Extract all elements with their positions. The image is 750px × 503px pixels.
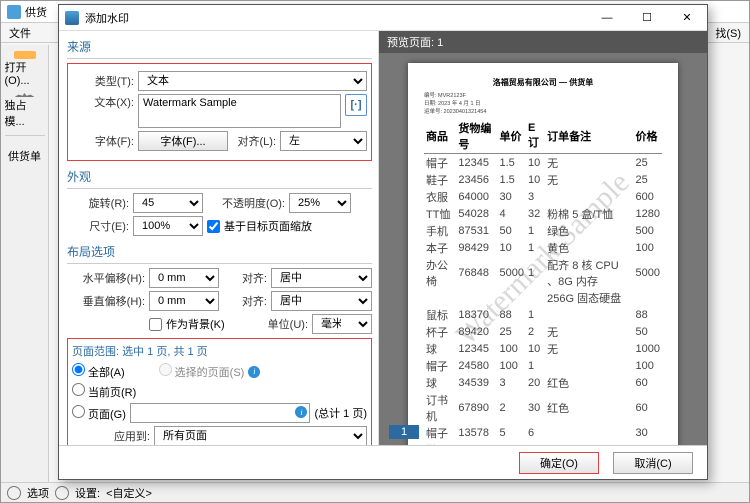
opacity-label: 不透明度(O): xyxy=(207,195,285,211)
dialog-icon xyxy=(65,11,79,25)
gear-icon[interactable] xyxy=(7,486,21,500)
pages-total: (总计 1 页) xyxy=(314,405,367,421)
voff-label: 垂直偏移(H): xyxy=(67,293,145,309)
font-label: 字体(F): xyxy=(72,133,134,149)
table-row: 帽子245801001100 xyxy=(424,357,662,374)
app-icon xyxy=(7,5,21,19)
radio-all[interactable] xyxy=(72,363,85,376)
font-button[interactable]: 字体(F)... xyxy=(138,131,228,151)
tool-open[interactable]: 打开(O)... xyxy=(5,51,45,87)
voff-select[interactable]: 0 mm xyxy=(149,291,219,311)
source-header: 来源 xyxy=(67,35,372,59)
rotate-select[interactable]: 45 xyxy=(133,193,203,213)
radio-current-label[interactable]: 当前页(R) xyxy=(72,383,136,400)
section-range: 页面范围: 选中 1 页, 共 1 页 全部(A) 选择的页面(S) i 当前页… xyxy=(67,338,372,445)
section-layout: 布局选项 水平偏移(H): 0 mm 对齐: 居中 垂直偏移(H): 0 mm … xyxy=(67,240,372,334)
table-row: 鞋子35794205100 xyxy=(424,441,662,445)
scale-checkbox[interactable] xyxy=(207,220,220,233)
apply-label: 应用到: xyxy=(72,428,150,444)
type-select[interactable]: 文本 xyxy=(138,71,367,91)
dialog-body: 来源 类型(T): 文本 文本(X): Watermark Sample [·]… xyxy=(59,31,707,445)
status-settings: 设置: xyxy=(75,485,100,501)
background-label: 作为背景(K) xyxy=(166,316,225,332)
radio-all-label[interactable]: 全部(A) xyxy=(72,363,125,380)
unit-label: 单位(U): xyxy=(264,316,308,332)
info-icon[interactable]: i xyxy=(248,366,260,378)
table-row: 256G 固态硬盘 xyxy=(424,289,662,306)
scale-label: 基于目标页面缩放 xyxy=(224,218,312,234)
table-row: 帽子123451.510无25 xyxy=(424,154,662,172)
valign-select[interactable]: 居中 xyxy=(271,291,372,311)
radio-current[interactable] xyxy=(72,383,85,396)
pages-input[interactable] xyxy=(130,403,311,423)
table-row: 订书机67890230红色60 xyxy=(424,391,662,424)
page-number: 1 xyxy=(389,425,419,439)
close-button[interactable]: ✕ xyxy=(667,5,707,31)
maximize-button[interactable]: ☐ xyxy=(627,5,667,31)
left-panel: 来源 类型(T): 文本 文本(X): Watermark Sample [·]… xyxy=(59,31,379,445)
preview-area: 洛福贸易有限公司 — 供货单 编号: MVR2123F 日期: 2023 年 4… xyxy=(379,53,707,445)
rotate-label: 旋转(R): xyxy=(67,195,129,211)
minimize-button[interactable]: — xyxy=(587,5,627,31)
size-select[interactable]: 100% xyxy=(133,216,203,236)
table-row: 帽子135785630 xyxy=(424,424,662,441)
radio-pages[interactable] xyxy=(72,405,85,418)
section-appearance: 外观 旋转(R): 45 不透明度(O): 25% 尺寸(E): 100% 基于… xyxy=(67,165,372,236)
folder-icon xyxy=(14,51,36,59)
doc-meta: 编号: MVR2123F 日期: 2023 年 4 月 1 日 运单号: 202… xyxy=(424,91,662,115)
halign-label: 对齐: xyxy=(223,270,267,286)
gear-icon-2[interactable] xyxy=(55,486,69,500)
hoff-label: 水平偏移(H): xyxy=(67,270,145,286)
align-label: 对齐(L): xyxy=(232,133,276,149)
size-label: 尺寸(E): xyxy=(67,218,129,234)
cancel-button[interactable]: 取消(C) xyxy=(613,452,693,474)
layout-header: 布局选项 xyxy=(67,240,372,264)
status-options[interactable]: 选项 xyxy=(27,485,49,501)
opacity-select[interactable]: 25% xyxy=(289,193,351,213)
unit-select[interactable]: 毫米 xyxy=(312,314,372,334)
hoff-select[interactable]: 0 mm xyxy=(149,268,219,288)
section-source: 来源 类型(T): 文本 文本(X): Watermark Sample [·]… xyxy=(67,35,372,161)
table-row: TT恤54028432粉棉 5 盒/T恤1280 xyxy=(424,205,662,222)
halign-select[interactable]: 居中 xyxy=(271,268,372,288)
radio-pages-label[interactable]: 页面(G) xyxy=(72,405,126,422)
apply-select[interactable]: 所有页面 xyxy=(154,426,367,445)
watermark-dialog: 添加水印 — ☐ ✕ 来源 类型(T): 文本 文本(X): Watermark… xyxy=(58,4,708,480)
text-input[interactable]: Watermark Sample xyxy=(138,94,341,128)
table-row: 球34539320红色60 xyxy=(424,374,662,391)
preview-page: 洛福贸易有限公司 — 供货单 编号: MVR2123F 日期: 2023 年 4… xyxy=(408,63,678,445)
valign-label: 对齐: xyxy=(223,293,267,309)
preview-header: 预览页面: 1 xyxy=(379,31,707,53)
right-panel: 预览页面: 1 洛福贸易有限公司 — 供货单 编号: MVR2123F 日期: … xyxy=(379,31,707,445)
crown-icon xyxy=(15,93,35,97)
doc-title: 洛福贸易有限公司 — 供货单 xyxy=(424,77,662,88)
table-row: 球1234510010无1000 xyxy=(424,340,662,357)
appearance-header: 外观 xyxy=(67,165,372,189)
radio-selected-label: 选择的页面(S) xyxy=(159,363,245,380)
status-bar: 选项 设置: <自定义> xyxy=(1,482,749,502)
menu-find[interactable]: 找(S) xyxy=(715,25,741,41)
source-box: 类型(T): 文本 文本(X): Watermark Sample [·] 字体… xyxy=(67,63,372,161)
dialog-titlebar: 添加水印 — ☐ ✕ xyxy=(59,5,707,31)
bg-title: 供货 xyxy=(25,4,47,20)
range-header: 页面范围: 选中 1 页, 共 1 页 xyxy=(72,343,367,359)
dialog-title: 添加水印 xyxy=(85,10,129,26)
bg-toolbar: 打开(O)... 独占模... 供货单 xyxy=(1,45,49,482)
ok-button[interactable]: 确定(O) xyxy=(519,452,599,474)
background-checkbox[interactable] xyxy=(149,318,162,331)
status-custom[interactable]: <自定义> xyxy=(106,485,152,501)
type-label: 类型(T): xyxy=(72,73,134,89)
menu-file[interactable]: 文件 xyxy=(9,25,31,41)
tool-template[interactable]: 独占模... xyxy=(5,93,45,129)
align-select[interactable]: 左 xyxy=(280,131,367,151)
tab-supply[interactable]: 供货单 xyxy=(5,135,45,171)
text-label: 文本(X): xyxy=(72,94,134,110)
radio-selected xyxy=(159,363,172,376)
insert-macro-button[interactable]: [·] xyxy=(345,94,367,116)
dialog-footer: 确定(O) 取消(C) xyxy=(59,445,707,479)
